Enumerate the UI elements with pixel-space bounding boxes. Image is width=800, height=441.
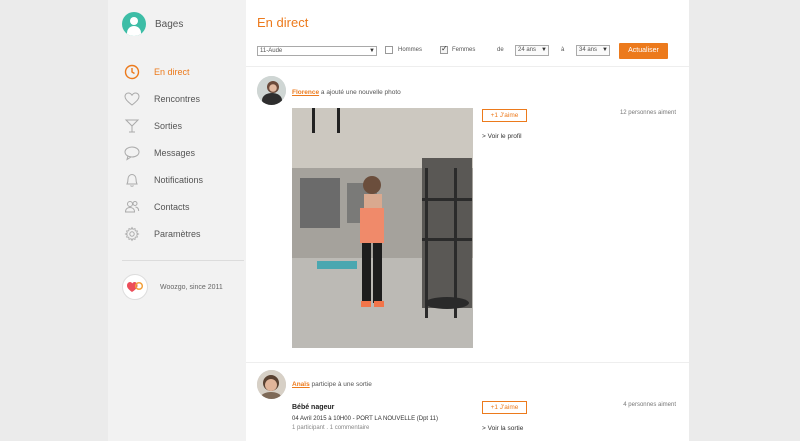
author-link[interactable]: Anaïs [292, 381, 310, 388]
clock-icon [124, 64, 140, 80]
femmes-label: Femmes [452, 47, 476, 53]
hommes-label: Hommes [398, 47, 423, 53]
event-title[interactable]: Bébé nageur [292, 404, 334, 411]
bell-icon [124, 172, 140, 188]
actualiser-button[interactable]: Actualiser [619, 43, 668, 59]
age-to-label: à [561, 47, 565, 53]
divider [246, 66, 689, 67]
nav-item-parametres[interactable]: Paramètres [124, 220, 203, 247]
chevron-down-icon: ▼ [541, 47, 547, 53]
nav-item-sorties[interactable]: Sorties [124, 112, 203, 139]
sidebar: Bages En direct Rencontres Sorties Messa… [108, 0, 246, 441]
region-select[interactable]: 11-Aude ▼ [257, 46, 377, 56]
nav-label: En direct [154, 66, 190, 77]
like-count: 4 personnes aiment [623, 402, 676, 408]
filter-bar: 11-Aude ▼ Hommes Femmes de 24 ans ▼ à 34… [257, 43, 682, 59]
user-avatar-icon[interactable] [122, 12, 146, 36]
post-action: participe à une sortie [309, 381, 372, 388]
hommes-checkbox[interactable] [385, 46, 393, 54]
like-button[interactable]: +1 J'aime [482, 401, 527, 414]
avatar[interactable] [257, 76, 286, 105]
chevron-down-icon: ▼ [602, 47, 608, 53]
age-to-value: 34 ans [579, 47, 598, 53]
event-meta: 1 participant . 1 commentaire [292, 425, 370, 431]
voir-sortie-link[interactable]: > Voir la sortie [482, 425, 523, 432]
cocktail-icon [124, 118, 140, 134]
main-nav: En direct Rencontres Sorties Messages No… [124, 58, 203, 247]
post-headline: Florence a ajouté une nouvelle photo [292, 89, 401, 96]
brand-tagline: Woozgo, since 2011 [160, 283, 223, 291]
avatar[interactable] [257, 370, 286, 399]
age-from-select[interactable]: 24 ans ▼ [515, 45, 549, 56]
heart-icon [124, 91, 140, 107]
age-from-value: 24 ans [518, 47, 537, 53]
woozgo-logo-icon [122, 274, 148, 300]
brand: Woozgo, since 2011 [122, 274, 223, 300]
main-content: En direct 11-Aude ▼ Hommes Femmes de 24 … [246, 0, 689, 441]
users-icon [124, 199, 140, 215]
gym-selfie-image [292, 108, 473, 348]
nav-item-contacts[interactable]: Contacts [124, 193, 203, 220]
author-link[interactable]: Florence [292, 89, 319, 96]
like-button[interactable]: +1 J'aime [482, 109, 527, 122]
nav-label: Contacts [154, 201, 190, 212]
nav-label: Messages [154, 147, 196, 158]
user-profile[interactable]: Bages [122, 12, 183, 36]
nav-label: Paramètres [154, 228, 201, 239]
chevron-down-icon: ▼ [369, 48, 375, 54]
nav-label: Notifications [154, 174, 204, 185]
age-to-select[interactable]: 34 ans ▼ [576, 45, 610, 56]
feed-post: Anaïs participe à une sortie Bébé nageur… [257, 370, 682, 441]
femmes-checkbox[interactable] [440, 44, 448, 54]
voir-profil-link[interactable]: > Voir le profil [482, 133, 522, 140]
divider [246, 362, 689, 363]
age-from-label: de [497, 47, 504, 53]
post-action: a ajouté une nouvelle photo [319, 89, 401, 96]
nav-label: Sorties [154, 120, 183, 131]
page-title: En direct [257, 15, 309, 30]
like-count: 12 personnes aiment [619, 110, 676, 116]
nav-item-notifications[interactable]: Notifications [124, 166, 203, 193]
event-date: 04 Avril 2015 à 10H00 - PORT LA NOUVELLE… [292, 416, 438, 422]
speech-bubble-icon [124, 145, 140, 161]
nav-item-messages[interactable]: Messages [124, 139, 203, 166]
user-name[interactable]: Bages [155, 19, 183, 30]
feed-post: Florence a ajouté une nouvelle photo +1 … [257, 76, 682, 356]
nav-item-en-direct[interactable]: En direct [124, 58, 203, 85]
sidebar-divider [122, 260, 244, 261]
region-value: 11-Aude [260, 48, 283, 54]
post-headline: Anaïs participe à une sortie [292, 381, 372, 388]
nav-item-rencontres[interactable]: Rencontres [124, 85, 203, 112]
nav-label: Rencontres [154, 93, 201, 104]
post-photo[interactable] [292, 108, 473, 348]
gear-icon [124, 226, 140, 242]
